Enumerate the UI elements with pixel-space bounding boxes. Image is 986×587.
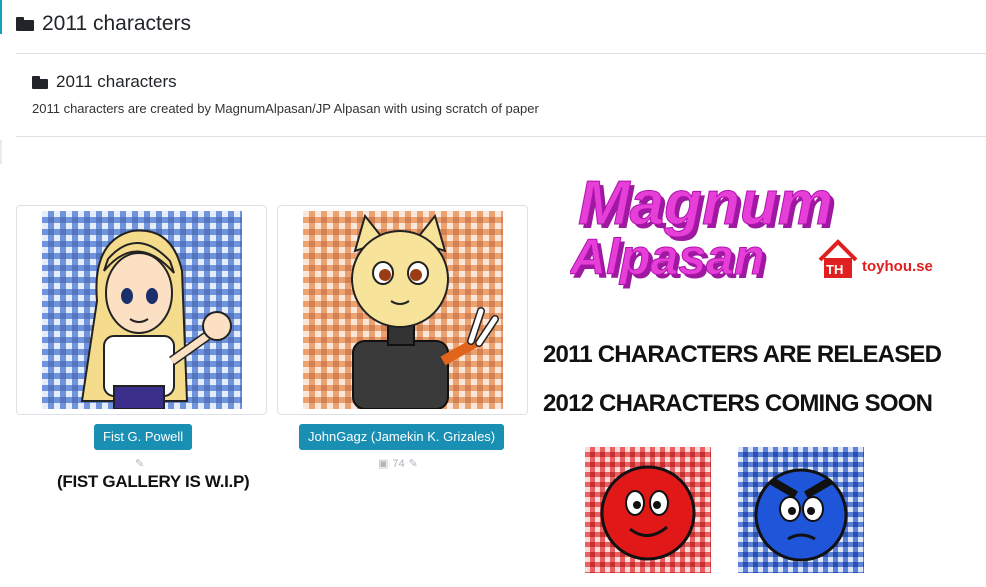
folder-icon xyxy=(32,75,48,89)
left-accent-bar xyxy=(0,0,2,34)
gallery-meta: ▣ 74 ✎ xyxy=(378,457,418,471)
character-name-button[interactable]: Fist G. Powell xyxy=(94,424,193,450)
logo-line1: Magnum xyxy=(578,169,833,238)
folder-icon xyxy=(16,17,34,31)
character-name-button[interactable]: JohnGagz (Jamekin K. Grizales) xyxy=(299,424,505,450)
page-title: 2011 characters xyxy=(16,12,191,36)
character-card-fist[interactable] xyxy=(16,205,267,415)
image-count: 74 xyxy=(392,457,405,470)
toyhouse-site: toyhou.se xyxy=(862,258,933,275)
divider xyxy=(16,136,986,137)
magnum-alpasan-logo: Magnum Magnum Alpasan Alpasan TH toyhou.… xyxy=(568,168,950,298)
th-badge: TH xyxy=(826,262,843,277)
edit-pencil-icon[interactable]: ✎ xyxy=(409,457,418,470)
page-title-text: 2011 characters xyxy=(42,12,192,35)
coming-soon-announcement: 2012 CHARACTERS COMING SOON xyxy=(543,390,933,417)
toyhouse-house-icon: TH xyxy=(818,239,858,278)
release-announcement: 2011 CHARACTERS ARE RELEASED xyxy=(543,341,942,368)
section-description: 2011 characters are created by MagnumAlp… xyxy=(32,101,539,116)
section-title-text: 2011 characters xyxy=(56,72,177,91)
character-card-johngagz[interactable] xyxy=(277,205,528,415)
image-icon: ▣ xyxy=(378,458,389,470)
edit-pencil-icon[interactable]: ✎ xyxy=(135,457,144,470)
red-ball-character-image xyxy=(585,447,711,573)
blue-ball-character-image xyxy=(738,447,864,573)
logo-line2: Alpasan xyxy=(570,229,765,285)
section-title: 2011 characters xyxy=(32,72,177,92)
gallery-note: (FIST GALLERY IS W.I.P) xyxy=(57,472,250,491)
divider xyxy=(16,53,986,54)
character-thumbnail[interactable] xyxy=(303,211,503,409)
left-divider-mark xyxy=(0,140,2,164)
character-thumbnail[interactable] xyxy=(42,211,242,409)
